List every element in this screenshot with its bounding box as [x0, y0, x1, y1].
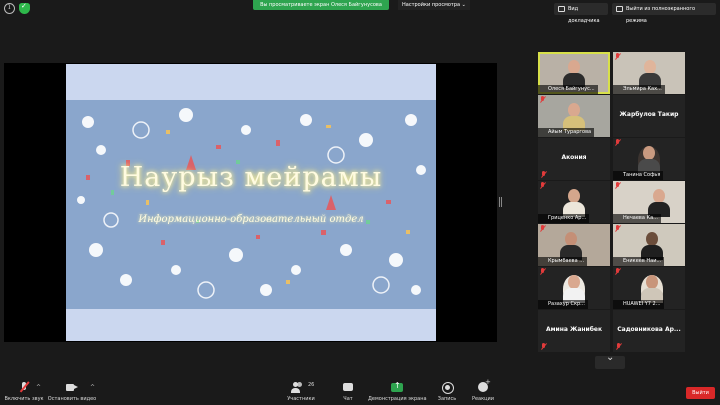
stop-video-button[interactable]: ^ Остановить видео [46, 378, 98, 405]
slide-subtitle: Информационно-образовательный отдел [138, 214, 364, 225]
chevron-down-icon: ⌄ [461, 2, 466, 8]
participant-tile[interactable]: Эльмира Ках... [613, 52, 685, 94]
participants-count: 26 [308, 382, 315, 388]
participant-tile[interactable]: Разахур Скр... [538, 267, 610, 309]
view-options-button[interactable]: Настройки просмотра ⌄ [398, 0, 470, 10]
chat-label: Чат [343, 396, 353, 402]
participant-name: Крымбаева ... [538, 257, 588, 266]
participant-name: Нечаева Ка... [613, 214, 661, 223]
exit-fullscreen-button[interactable]: Выйти из полноэкранного режима [612, 3, 716, 24]
speaker-view-label: Вид докладчика [568, 6, 600, 24]
participant-video [563, 60, 585, 88]
chevron-up-icon[interactable]: ^ [90, 384, 95, 391]
muted-mic-icon [615, 139, 621, 146]
gallery-next-page-button[interactable] [595, 352, 625, 369]
speaker-view-button[interactable]: Вид докладчика [554, 3, 608, 24]
exit-fullscreen-icon [616, 6, 623, 12]
participant-tile[interactable]: Гриценко Ар... [538, 181, 610, 223]
top-bar: Вы просматриваете экран Олеся Байгунусов… [0, 0, 720, 24]
chevron-up-icon[interactable]: ^ [36, 384, 41, 391]
share-screen-button[interactable]: Демонстрация экрана [368, 378, 427, 405]
leave-meeting-button[interactable]: Выйти [686, 387, 715, 399]
participant-tile[interactable]: Крымбаева ... [538, 224, 610, 266]
flowers-confetti-decoration [77, 108, 426, 299]
view-options-label: Настройки просмотра [402, 2, 461, 8]
zoom-window: Вы просматриваете экран Олеся Байгунусов… [0, 0, 720, 405]
participant-name: Садовникова Ар... [617, 326, 681, 333]
record-label: Запись [437, 396, 457, 402]
participant-video [563, 275, 585, 303]
reactions-button[interactable]: Реакции [470, 378, 496, 405]
participant-tile[interactable]: Еникеев Наи... [613, 224, 685, 266]
participant-name: Разахур Скр... [538, 300, 588, 309]
muted-mic-icon [615, 53, 621, 60]
muted-mic-icon [615, 182, 621, 189]
participant-name: Акония [561, 154, 587, 161]
participant-tile[interactable]: Садовникова Ар... [613, 310, 685, 352]
shared-screen[interactable]: Наурыз мейрамы Информационно-образовател… [4, 63, 497, 342]
participant-video [648, 189, 670, 217]
participant-name: Айым Тураргова [538, 128, 595, 137]
exit-fullscreen-label: Выйти из полноэкранного режима [626, 6, 696, 24]
participant-name: Танина Софья [613, 171, 664, 180]
participant-name: Еникеев Наи... [613, 257, 665, 266]
participants-label: Участники [287, 396, 315, 402]
muted-mic-icon [615, 268, 621, 275]
chat-button[interactable]: Чат [336, 378, 360, 405]
grid-icon [558, 6, 565, 12]
screen-share-banner: Вы просматриваете экран Олеся Байгунусов… [253, 0, 389, 10]
video-camera-icon [66, 382, 78, 393]
shield-icon[interactable] [19, 2, 30, 14]
participant-tile[interactable]: Акония [538, 138, 610, 180]
participant-tile[interactable]: HUAWEI Y7 2... [613, 267, 685, 309]
share-screen-icon [391, 381, 403, 393]
participant-name: Амина Жанибек [545, 326, 603, 333]
participant-tile[interactable]: Олеся Байгунус... [538, 52, 610, 94]
participant-video [641, 275, 663, 303]
participant-tile[interactable]: Танина Софья [613, 138, 685, 180]
muted-mic-icon [540, 96, 546, 103]
participant-video [560, 232, 582, 260]
participant-tile[interactable]: Жарбулов Такир [613, 95, 685, 137]
participant-video [638, 146, 660, 174]
splitter-handle[interactable] [499, 197, 502, 207]
participant-video [639, 60, 661, 88]
mic-muted-icon [18, 382, 30, 393]
share-screen-label: Демонстрация экрана [368, 396, 427, 402]
participant-video [563, 189, 585, 217]
unmute-button[interactable]: ^ Включить звук [2, 378, 46, 405]
participant-name: Жарбулов Такир [619, 111, 679, 118]
muted-mic-icon [540, 182, 546, 189]
participant-name: Гриценко Ар... [538, 214, 590, 223]
muted-mic-icon [541, 343, 547, 350]
slide-title: Наурыз мейрамы [119, 162, 383, 193]
chat-icon [342, 382, 354, 393]
participant-tile[interactable]: Нечаева Ка... [613, 181, 685, 223]
participants-icon [291, 382, 303, 393]
stop-video-label: Остановить видео [47, 396, 97, 402]
muted-mic-icon [540, 225, 546, 232]
unmute-label: Включить звук [4, 396, 44, 402]
participant-name: Эльмира Ках... [613, 85, 665, 94]
muted-mic-icon [616, 343, 622, 350]
participant-video [563, 103, 585, 131]
emoji-icon [477, 378, 491, 393]
info-icon[interactable] [4, 2, 15, 14]
record-icon [441, 382, 454, 394]
muted-mic-icon [541, 171, 547, 178]
participants-button[interactable]: 26 Участники [284, 378, 318, 405]
meeting-toolbar: ^ Включить звук ^ Остановить видео 26 Уч… [0, 378, 720, 405]
muted-mic-icon [540, 268, 546, 275]
record-button[interactable]: Запись [434, 378, 460, 405]
participant-name: Олеся Байгунус... [538, 85, 598, 94]
reactions-label: Реакции [471, 396, 495, 402]
participant-tile[interactable]: Айым Тураргова [538, 95, 610, 137]
presentation-slide: Наурыз мейрамы Информационно-образовател… [66, 64, 436, 341]
participant-name: HUAWEI Y7 2... [613, 300, 664, 309]
slide-artwork: Наурыз мейрамы Информационно-образовател… [66, 100, 436, 309]
participant-tile[interactable]: Амина Жанибек [538, 310, 610, 352]
participant-video [641, 232, 663, 260]
muted-mic-icon [615, 225, 621, 232]
